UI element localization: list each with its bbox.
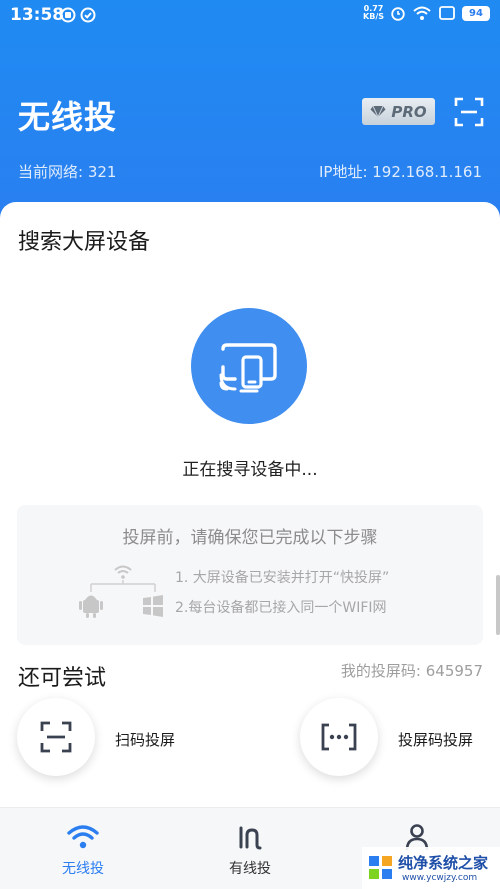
nav-label-wireless: 无线投 <box>62 861 104 877</box>
status-bar: 13:58 0.77 KB/S 94 <box>0 0 500 32</box>
scan-cast-button[interactable] <box>17 698 95 776</box>
tips-title: 投屏前，请确保您已完成以下步骤 <box>122 528 378 548</box>
status-left-icons <box>60 7 96 23</box>
my-cast-code: 我的投屏码: 645957 <box>340 662 483 680</box>
screen-record-icon <box>60 7 76 23</box>
scan-icon[interactable] <box>453 96 485 128</box>
nav-item-wireless[interactable]: 无线投 <box>33 822 133 878</box>
tip-step-1: 1. 大屏设备已安装并打开“快投屏” <box>175 570 390 586</box>
status-time: 13:58 <box>10 5 65 25</box>
ip-address: IP地址: 192.168.1.161 <box>318 163 482 181</box>
search-devices-button[interactable] <box>191 308 307 424</box>
search-section-title: 搜索大屏设备 <box>18 230 151 255</box>
page-title: 无线投 <box>18 98 118 136</box>
screen-status-icon <box>439 6 455 20</box>
tip-step-2: 2.每台设备都已接入同一个WIFI网 <box>175 600 387 616</box>
alarm-icon <box>391 7 405 21</box>
net-speed: 0.77 KB/S <box>363 5 384 21</box>
net-speed-unit: KB/S <box>363 12 384 21</box>
tips-panel: 投屏前，请确保您已完成以下步骤 1. 大屏设备已安装并打开“快投屏” 2.每台设… <box>17 505 483 645</box>
pro-button[interactable]: PRO <box>362 98 435 125</box>
devices-network-icon <box>79 565 163 618</box>
try-section-title: 还可尝试 <box>18 666 107 691</box>
code-cast-label[interactable]: 投屏码投屏 <box>398 729 473 750</box>
status-right-icons: 0.77 KB/S 94 <box>363 5 490 21</box>
watermark-title: 纯净系统之家 <box>398 854 489 872</box>
searching-status: 正在搜寻设备中... <box>182 460 318 480</box>
scrollbar[interactable] <box>496 575 500 635</box>
nav-item-wired[interactable]: 有线投 <box>200 822 300 878</box>
scan-icon <box>40 721 72 753</box>
screen-cast-icon <box>219 343 277 393</box>
current-network: 当前网络: 321 <box>18 163 117 181</box>
scan-cast-label[interactable]: 扫码投屏 <box>115 729 175 750</box>
nav-label-wired: 有线投 <box>229 861 271 877</box>
check-circle-icon <box>80 7 96 23</box>
wifi-status-icon <box>413 6 431 20</box>
code-cast-button[interactable] <box>300 698 378 776</box>
diamond-icon <box>370 105 386 118</box>
code-dots-icon <box>321 723 357 751</box>
cable-icon <box>239 826 262 850</box>
wifi-icon <box>67 825 99 849</box>
battery-indicator: 94 <box>462 5 490 21</box>
watermark: 纯净系统之家 www.ycwjzy.com <box>362 847 500 889</box>
pro-label: PRO <box>391 102 427 121</box>
watermark-logo-icon <box>369 856 392 879</box>
watermark-url: www.ycwjzy.com <box>402 873 478 883</box>
